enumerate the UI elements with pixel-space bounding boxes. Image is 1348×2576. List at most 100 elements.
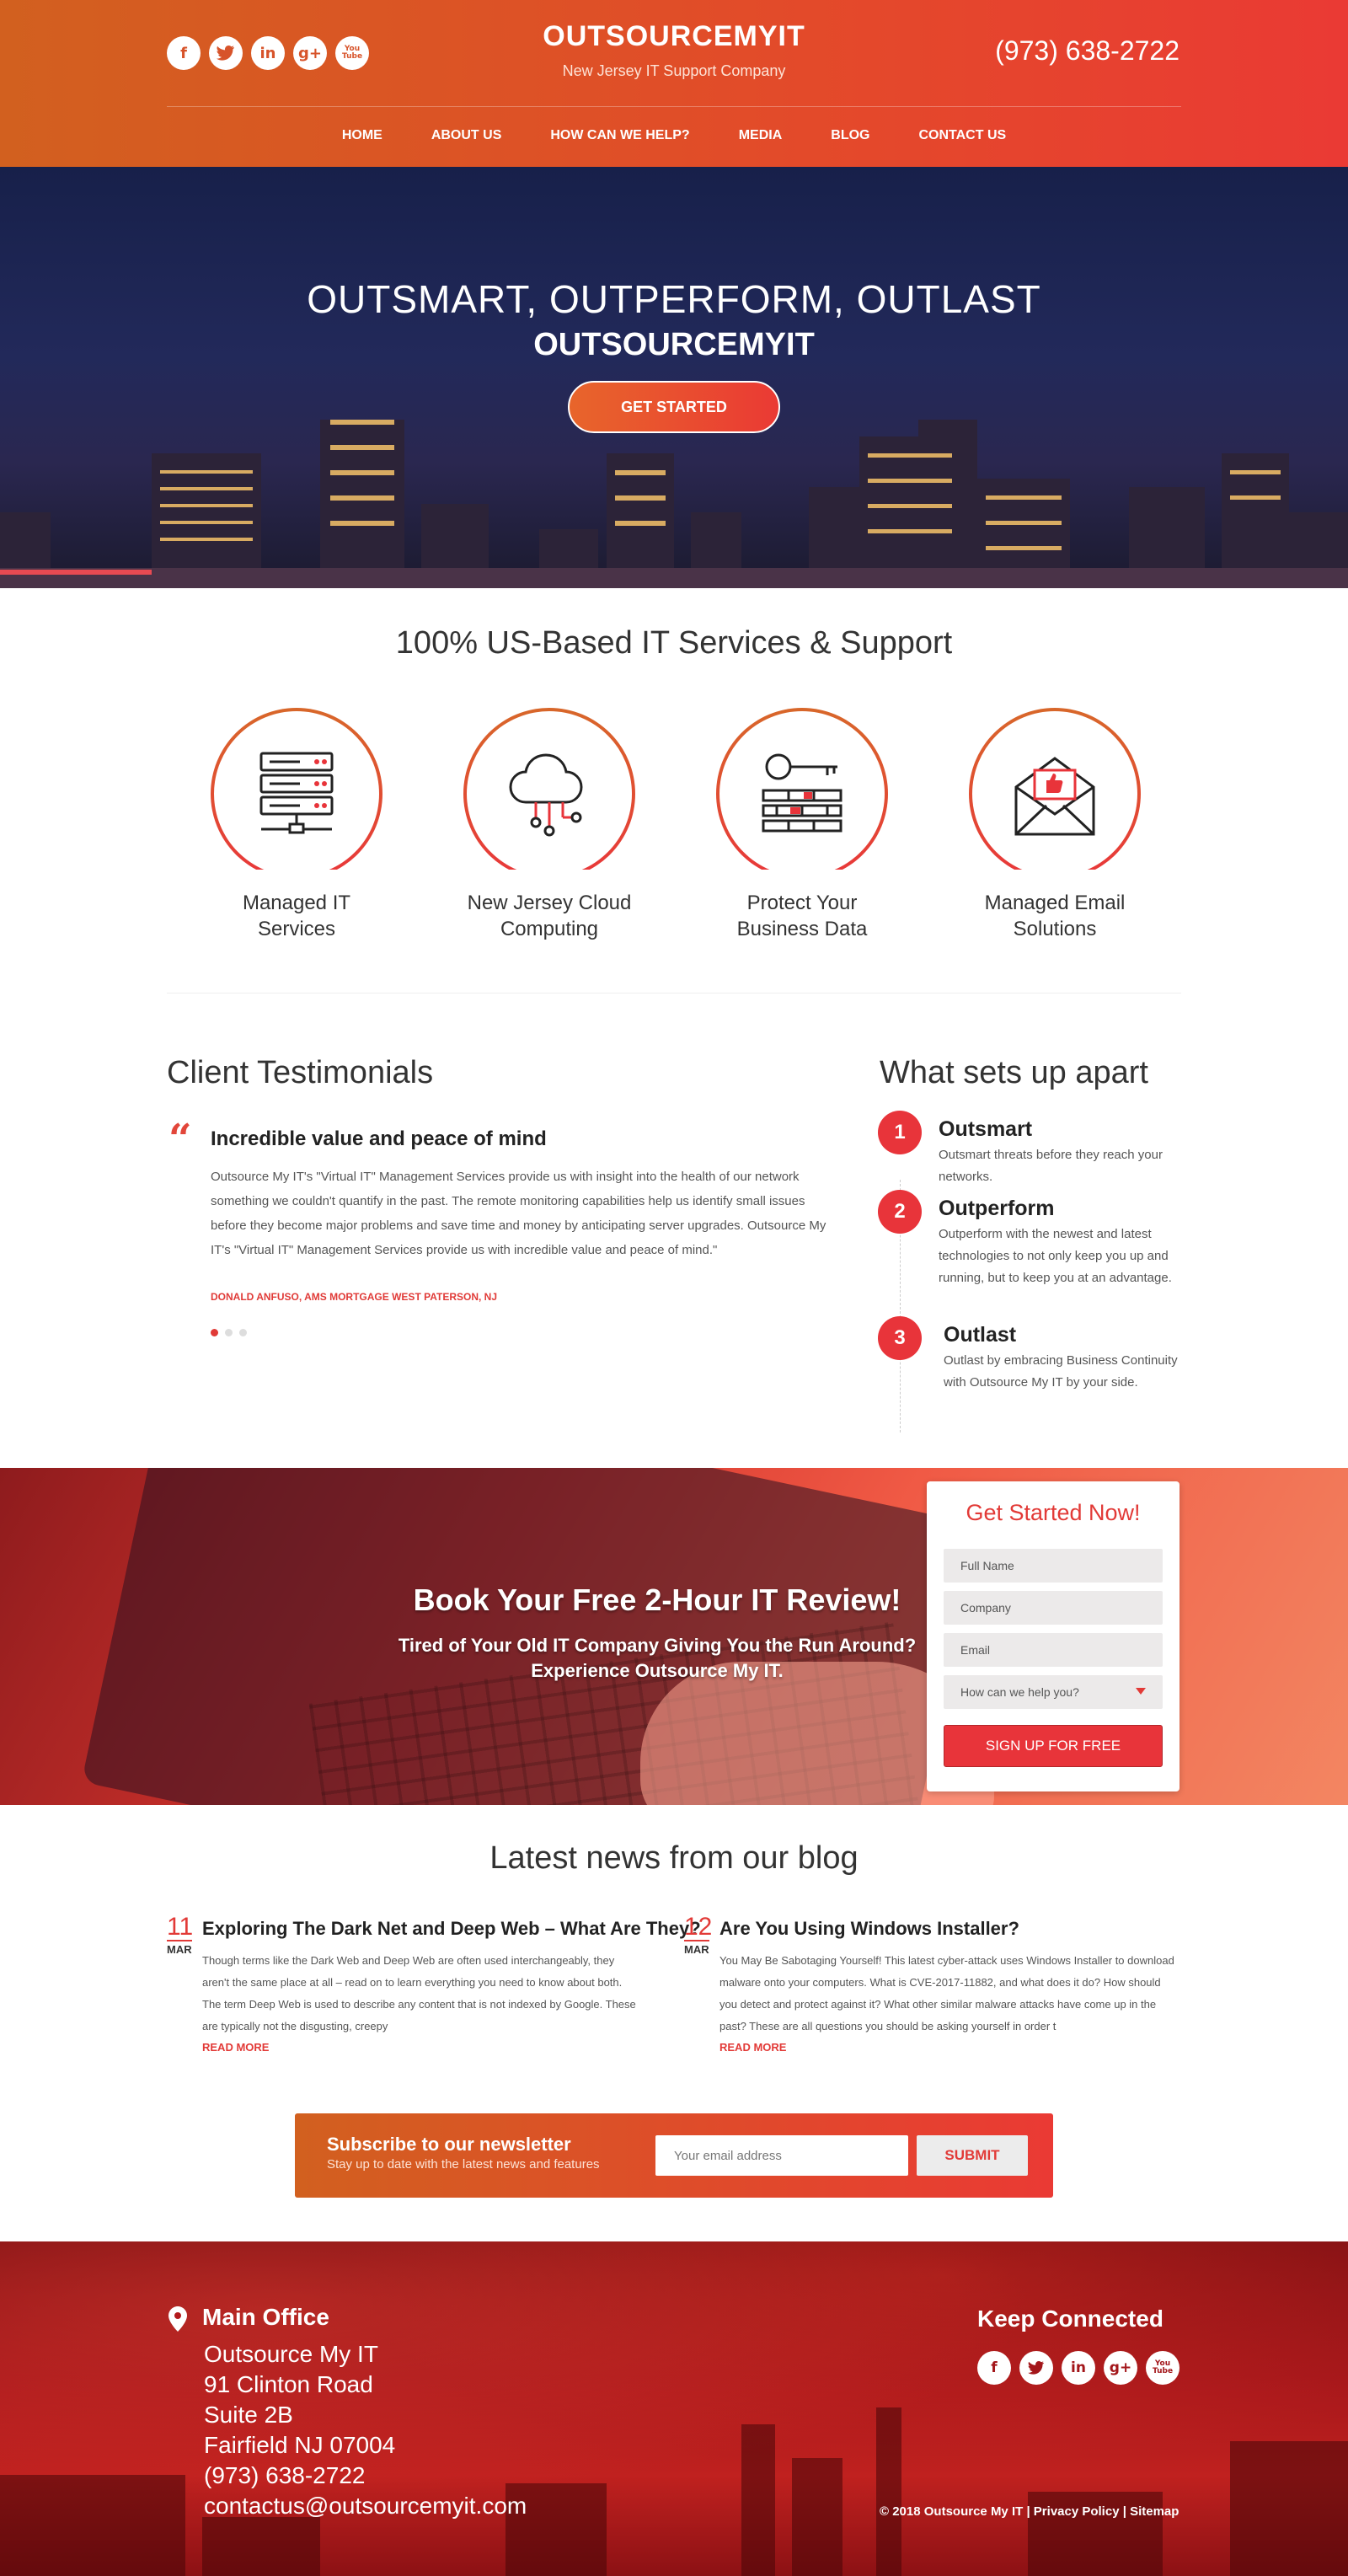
post-day: 12 — [684, 1913, 713, 1941]
pager-dot[interactable] — [239, 1329, 247, 1336]
cta-line-2: Experience Outsource My IT. — [531, 1660, 784, 1681]
google-plus-icon[interactable]: g+ — [1104, 2351, 1137, 2385]
email-icon — [1014, 757, 1095, 836]
youtube-icon[interactable]: You Tube — [1146, 2351, 1180, 2385]
help-select[interactable]: How can we help you? — [944, 1675, 1163, 1709]
email-field[interactable]: Email — [944, 1633, 1163, 1667]
signup-form: Get Started Now! Full Name Company Email… — [927, 1481, 1180, 1791]
post-excerpt: You May Be Sabotaging Yourself! This lat… — [719, 1954, 1174, 2032]
header-phone[interactable]: (973) 638-2722 — [995, 35, 1180, 67]
hero-subtitle: OUTSOURCEMYIT — [533, 327, 815, 362]
footer-email[interactable]: contactus@outsourcemyit.com — [204, 2493, 527, 2520]
step-title: Outlast — [944, 1323, 1017, 1347]
newsletter-title: Subscribe to our newsletter — [327, 2134, 571, 2155]
step-desc: Outperform with the newest and latest te… — [939, 1227, 1172, 1285]
pager-dot[interactable] — [211, 1329, 218, 1336]
post-day: 11 — [167, 1913, 194, 1941]
testimonial-author: DONALD ANFUSO, AMS MORTGAGE WEST PATERSO… — [211, 1291, 498, 1303]
blog-title: Latest news from our blog — [489, 1840, 859, 1876]
newsletter-email-input[interactable]: Your email address — [655, 2135, 908, 2176]
footer-city: Fairfield NJ 07004 — [204, 2432, 396, 2458]
nav-home[interactable]: HOME — [318, 128, 407, 143]
service-ring — [463, 708, 635, 881]
header-divider — [167, 106, 1181, 107]
cta-line-1: Tired of Your Old IT Company Giving You … — [398, 1635, 917, 1656]
services-title: 100% US-Based IT Services & Support — [395, 625, 953, 661]
key-firewall-icon — [762, 753, 842, 833]
hero-title: OUTSMART, OUTPERFORM, OUTLAST — [307, 277, 1041, 321]
server-icon — [259, 752, 334, 834]
service-ring — [211, 708, 382, 881]
linkedin-icon[interactable]: in — [1062, 2351, 1095, 2385]
building-shape — [0, 2475, 185, 2576]
nav-contact-us[interactable]: CONTACT US — [894, 128, 1030, 143]
service-label: Protect Your Business Data — [736, 892, 868, 940]
sign-up-button[interactable]: SIGN UP FOR FREE — [944, 1725, 1163, 1767]
service-label: Managed IT Services — [242, 892, 351, 940]
testimonials-title: Client Testimonials — [167, 1055, 434, 1090]
apart-title: What sets up apart — [880, 1055, 1148, 1090]
step-number: 1 — [878, 1111, 922, 1154]
step-desc: Outsmart threats before they reach your … — [939, 1148, 1163, 1184]
building-shape — [202, 2517, 320, 2576]
footer-street: 91 Clinton Road — [204, 2371, 373, 2397]
service-managed-it[interactable]: Managed IT Services — [187, 708, 406, 942]
get-started-button[interactable]: GET STARTED — [568, 381, 780, 433]
post-title[interactable]: Are You Using Windows Installer? — [719, 1918, 1019, 1940]
service-label: New Jersey Cloud Computing — [467, 892, 632, 940]
building-shape — [876, 2407, 901, 2576]
step-number: 3 — [878, 1316, 922, 1360]
nav-how-can-we-help[interactable]: HOW CAN WE HELP? — [526, 128, 714, 143]
post-month: MAR — [684, 1940, 709, 1956]
building-shape — [792, 2458, 842, 2576]
nav-blog[interactable]: BLOG — [806, 128, 894, 143]
cta-title: Book Your Free 2-Hour IT Review! — [413, 1583, 901, 1617]
footer-company: Outsource My IT — [204, 2341, 378, 2367]
service-label: Managed Email Solutions — [984, 892, 1126, 940]
footer-social-links: f in g+ You Tube — [977, 2351, 1180, 2385]
service-protect-data[interactable]: Protect Your Business Data — [693, 708, 912, 942]
youtube-icon-label: You Tube — [1152, 2359, 1174, 2375]
post-month: MAR — [167, 1940, 192, 1956]
site-header: f in g+ You Tube OUTSOURCEMYIT New Jerse… — [0, 0, 1348, 167]
nav-about-us[interactable]: ABOUT US — [407, 128, 527, 143]
location-pin-icon — [168, 2306, 187, 2332]
step-title: Outperform — [939, 1197, 1055, 1220]
building-shape — [741, 2424, 775, 2576]
site-footer — [0, 2241, 1348, 2576]
read-more-link[interactable]: READ MORE — [202, 2041, 269, 2054]
step-title: Outsmart — [939, 1117, 1033, 1141]
step-desc: Outlast by embracing Business Continuity… — [944, 1353, 1178, 1390]
copyright[interactable]: © 2018 Outsource My IT | Privacy Policy … — [880, 2504, 1179, 2519]
keep-connected-title: Keep Connected — [977, 2306, 1163, 2332]
newsletter-subtitle: Stay up to date with the latest news and… — [327, 2157, 600, 2172]
newsletter-submit-button[interactable]: SUBMIT — [917, 2135, 1028, 2176]
testimonial-headline: Incredible value and peace of mind — [211, 1127, 547, 1150]
nav-media[interactable]: MEDIA — [714, 128, 807, 143]
hero-banner: OUTSMART, OUTPERFORM, OUTLAST OUTSOURCEM… — [0, 167, 1348, 588]
service-ring — [716, 708, 888, 881]
newsletter-box: Subscribe to our newsletter Stay up to d… — [295, 2113, 1053, 2198]
quote-icon: “ — [168, 1116, 192, 1163]
pager-dot[interactable] — [225, 1329, 233, 1336]
city-skyline-image — [0, 420, 1348, 588]
company-field[interactable]: Company — [944, 1591, 1163, 1625]
post-excerpt: Though terms like the Dark Web and Deep … — [202, 1954, 636, 2032]
step-number: 2 — [878, 1190, 922, 1234]
testimonial-body: Outsource My IT's "Virtual IT" Managemen… — [211, 1170, 826, 1257]
cloud-icon — [509, 753, 583, 837]
footer-suite: Suite 2B — [204, 2402, 293, 2428]
facebook-icon[interactable]: f — [977, 2351, 1011, 2385]
service-cloud-computing[interactable]: New Jersey Cloud Computing — [440, 708, 659, 942]
building-shape — [1230, 2441, 1348, 2576]
footer-phone[interactable]: (973) 638-2722 — [204, 2462, 365, 2489]
service-managed-email[interactable]: Managed Email Solutions — [945, 708, 1164, 942]
help-select-value: How can we help you? — [960, 1685, 1079, 1699]
footer-office-title: Main Office — [202, 2304, 329, 2330]
form-title: Get Started Now! — [966, 1500, 1141, 1525]
full-name-field[interactable]: Full Name — [944, 1549, 1163, 1583]
read-more-link[interactable]: READ MORE — [719, 2041, 786, 2054]
chevron-down-icon — [1136, 1688, 1146, 1695]
post-title[interactable]: Exploring The Dark Net and Deep Web – Wh… — [202, 1918, 701, 1940]
twitter-icon[interactable] — [1019, 2351, 1053, 2385]
